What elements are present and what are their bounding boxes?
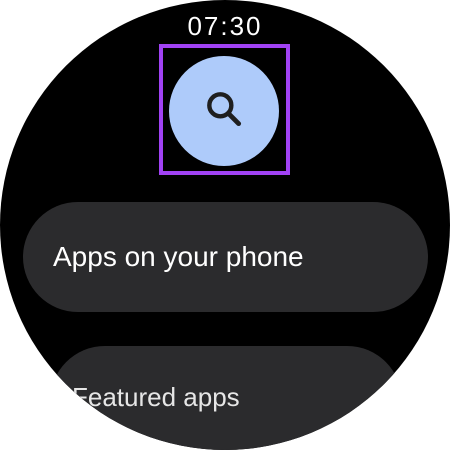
chip-label: Apps on your phone — [53, 241, 304, 272]
apps-on-your-phone-chip[interactable]: Apps on your phone — [23, 202, 428, 312]
clock-time: 07:30 — [187, 11, 263, 41]
chip-label: Featured apps — [72, 381, 240, 412]
featured-apps-chip[interactable]: Featured apps — [50, 346, 402, 450]
watch-screen: 07:30 Apps on your phone Featured apps — [0, 0, 450, 450]
search-button[interactable] — [169, 56, 279, 166]
search-icon — [202, 87, 246, 136]
